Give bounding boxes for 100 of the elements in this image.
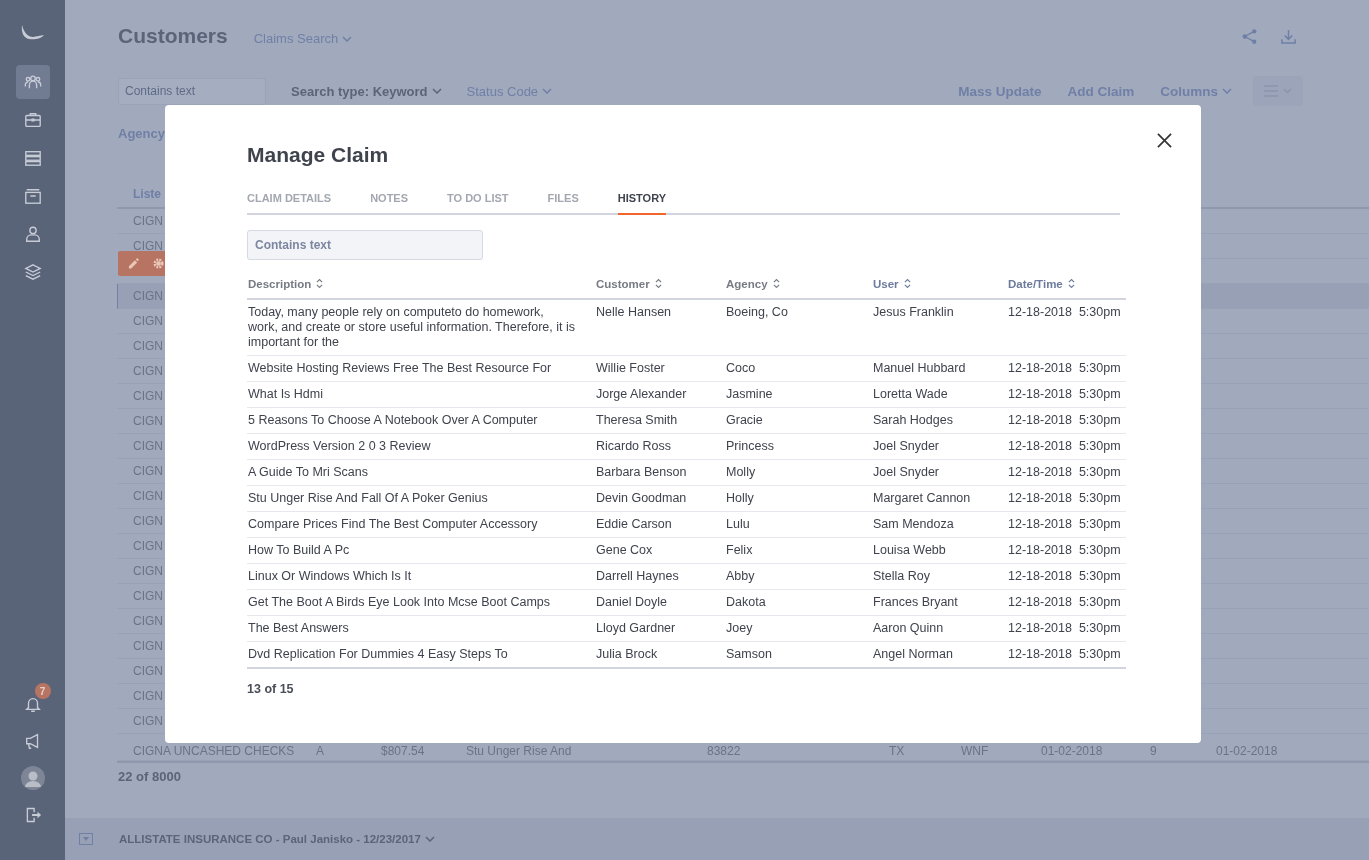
close-icon[interactable] [1157,133,1172,148]
table-cell: Dvd Replication For Dummies 4 Easy Steps To [247,641,595,668]
table-cell: Margaret Cannon [872,485,1007,512]
table-cell: 12-18-2018 5:30pm [1007,299,1126,356]
table-cell: Jasmine [725,381,872,408]
table-cell: WordPress Version 2 0 3 Review [247,433,595,460]
table-cell: What Is Hdmi [247,381,595,408]
chevron-icon [1222,88,1232,94]
tab[interactable]: HISTORY [617,192,667,215]
table-cell: Gene Cox [595,537,725,564]
table-cell: Gracie [725,407,872,434]
sort-icon [316,278,324,289]
row-count: 22 of 8000 [118,769,182,784]
table-cell: 12-18-2018 5:30pm [1007,355,1126,382]
search-type-dropdown[interactable]: Search type: Keyword [291,83,442,99]
table-cell: A Guide To Mri Scans [247,459,595,486]
table-cell: 12-18-2018 5:30pm [1007,433,1126,460]
table-cell: The Best Answers [247,615,595,642]
toggle-icon[interactable] [79,833,93,845]
table-cell: How To Build A Pc [247,537,595,564]
table-cell: Sam Mendoza [872,511,1007,538]
table-cell: Aaron Quinn [872,615,1007,642]
table-cell: Eddie Carson [595,511,725,538]
table-cell: Samson [725,641,872,668]
table-cell: 12-18-2018 5:30pm [1007,381,1126,408]
table-cell: 12-18-2018 5:30pm [1007,641,1126,668]
people-icon[interactable] [15,65,50,99]
claim-selector[interactable]: ALLISTATE INSURANCE CO - Paul Janisko - 12/23/2017 [119,833,435,845]
gear-icon[interactable] [153,258,164,269]
chevron-icon [424,836,435,842]
table-cell: Coco [725,355,872,382]
table-cell: Today, many people rely on computeto do homework, work, and create or store useful information. Therefore, it is important for the [247,299,595,356]
column-header[interactable]: User [872,278,1007,299]
table-cell: Willie Foster [595,355,725,382]
column-header[interactable]: Agency [725,278,872,299]
table-cell: Joey [725,615,872,642]
table-cell: Nelle Hansen [595,299,725,356]
sort-icon [903,278,911,289]
column-header[interactable]: Customer [595,278,725,299]
table-cell: Devin Goodman [595,485,725,512]
table-cell: 12-18-2018 5:30pm [1007,615,1126,642]
table-cell: Compare Prices Find The Best Computer Accessory [247,511,595,538]
table-cell: Angel Norman [872,641,1007,668]
table-cell: Joel Snyder [872,459,1007,486]
table-cell: Theresa Smith [595,407,725,434]
column-header[interactable]: Description [247,278,595,299]
table-cell: Stella Roy [872,563,1007,590]
table-cell: Jesus Franklin [872,299,1007,356]
sort-icon [654,278,662,289]
table-cell: 12-18-2018 5:30pm [1007,589,1126,616]
table-cell: Frances Bryant [872,589,1007,616]
table-cell: Julia Brock [595,641,725,668]
sort-icon [772,278,780,289]
table-cell: Loretta Wade [872,381,1007,408]
table-cell: 12-18-2018 5:30pm [1007,563,1126,590]
table-cell: Darrell Haynes [595,563,725,590]
table-cell: Manuel Hubbard [872,355,1007,382]
table-cell: Lulu [725,511,872,538]
table-cell: Abby [725,563,872,590]
page-title: Customers [118,24,228,48]
table-cell: Lloyd Gardner [595,615,725,642]
dialog-title: Manage Claim [247,143,390,167]
search-field[interactable]: Contains text [247,230,483,260]
table-cell: Felix [725,537,872,564]
table-cell: Stu Unger Rise And Fall Of A Poker Genius [247,485,595,512]
logo-icon [19,24,46,40]
table-cell: Barbara Benson [595,459,725,486]
table-cell: Ricardo Ross [595,433,725,460]
column-header[interactable]: Date/Time [1007,278,1126,299]
table-cell: Jorge Alexander [595,381,725,408]
table-cell: 12-18-2018 5:30pm [1007,459,1126,486]
tab[interactable]: CLAIM DETAILS [247,192,332,215]
search-field[interactable]: Contains text [118,77,266,105]
table-cell: Louisa Webb [872,537,1007,564]
table-cell: Get The Boot A Birds Eye Look Into Mcse Boot Camps [247,589,595,616]
chevron-icon [542,88,553,94]
table-cell: 12-18-2018 5:30pm [1007,485,1126,512]
table-cell: Dakota [725,589,872,616]
table-cell: 12-18-2018 5:30pm [1007,511,1126,538]
row-count: 13 of 15 [247,682,295,696]
table-cell: Website Hosting Reviews Free The Best Resource For [247,355,595,382]
table-cell: Molly [725,459,872,486]
table-cell: 5 Reasons To Choose A Notebook Over A Computer [247,407,595,434]
table-cell: 12-18-2018 5:30pm [1007,537,1126,564]
chevron-icon [431,88,442,94]
table-cell: Princess [725,433,872,460]
table-cell: Holly [725,485,872,512]
table-cell: Daniel Doyle [595,589,725,616]
tab[interactable]: NOTES [370,192,409,215]
sort-icon [1067,278,1075,289]
table-cell: Linux Or Windows Which Is It [247,563,595,590]
table-cell: Joel Snyder [872,433,1007,460]
table-cell: Boeing, Co [725,299,872,356]
tab[interactable]: FILES [547,192,579,215]
tab[interactable]: TO DO LIST [447,192,509,215]
notification-badge: 7 [34,683,51,699]
chevron-icon [342,35,353,42]
table-cell: 12-18-2018 5:30pm [1007,407,1126,434]
table-cell: Sarah Hodges [872,407,1007,434]
pencil-icon[interactable] [128,258,139,269]
